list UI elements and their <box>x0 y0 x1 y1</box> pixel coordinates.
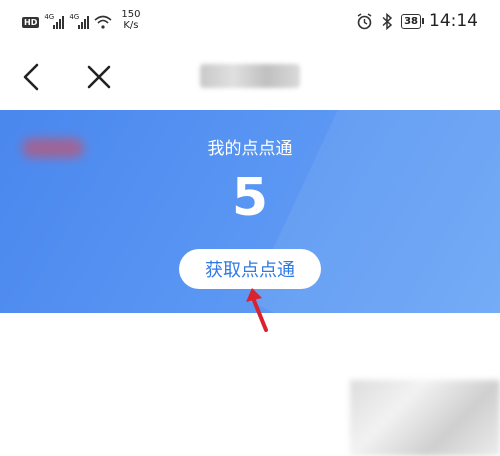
speed-unit: K/s <box>123 20 139 31</box>
battery-level: 38 <box>404 15 418 27</box>
blurred-region <box>350 380 500 456</box>
status-right: 38 14:14 <box>356 11 478 31</box>
alarm-icon <box>357 12 372 29</box>
network-speed: 150 K/s <box>121 9 140 31</box>
signal-icon: 4G <box>69 13 90 29</box>
points-value: 5 <box>231 168 269 228</box>
get-points-button[interactable]: 获取点点通 <box>179 249 321 289</box>
chevron-left-icon[interactable] <box>16 60 48 94</box>
close-icon[interactable] <box>84 60 114 94</box>
wifi-icon <box>94 15 112 29</box>
network-type-label: 4G <box>69 13 80 21</box>
points-banner: 我的点点通 5 获取点点通 <box>0 110 500 313</box>
page-title-blurred <box>200 64 300 88</box>
battery-icon: 38 <box>401 13 424 29</box>
hd-badge: HD <box>22 16 40 28</box>
status-bar: HD 4G 4G 150 K/s 38 14:14 <box>0 0 500 44</box>
signal-icon: 4G <box>44 13 65 29</box>
speed-value: 150 <box>121 9 141 20</box>
clock: 14:14 <box>429 11 478 31</box>
nav-bar <box>0 44 500 110</box>
red-arrow-icon <box>246 288 268 332</box>
bluetooth-icon <box>382 12 393 30</box>
points-title: 我的点点通 <box>207 139 293 159</box>
status-left: HD 4G 4G 150 K/s <box>22 9 140 31</box>
network-type-label: 4G <box>44 13 55 21</box>
